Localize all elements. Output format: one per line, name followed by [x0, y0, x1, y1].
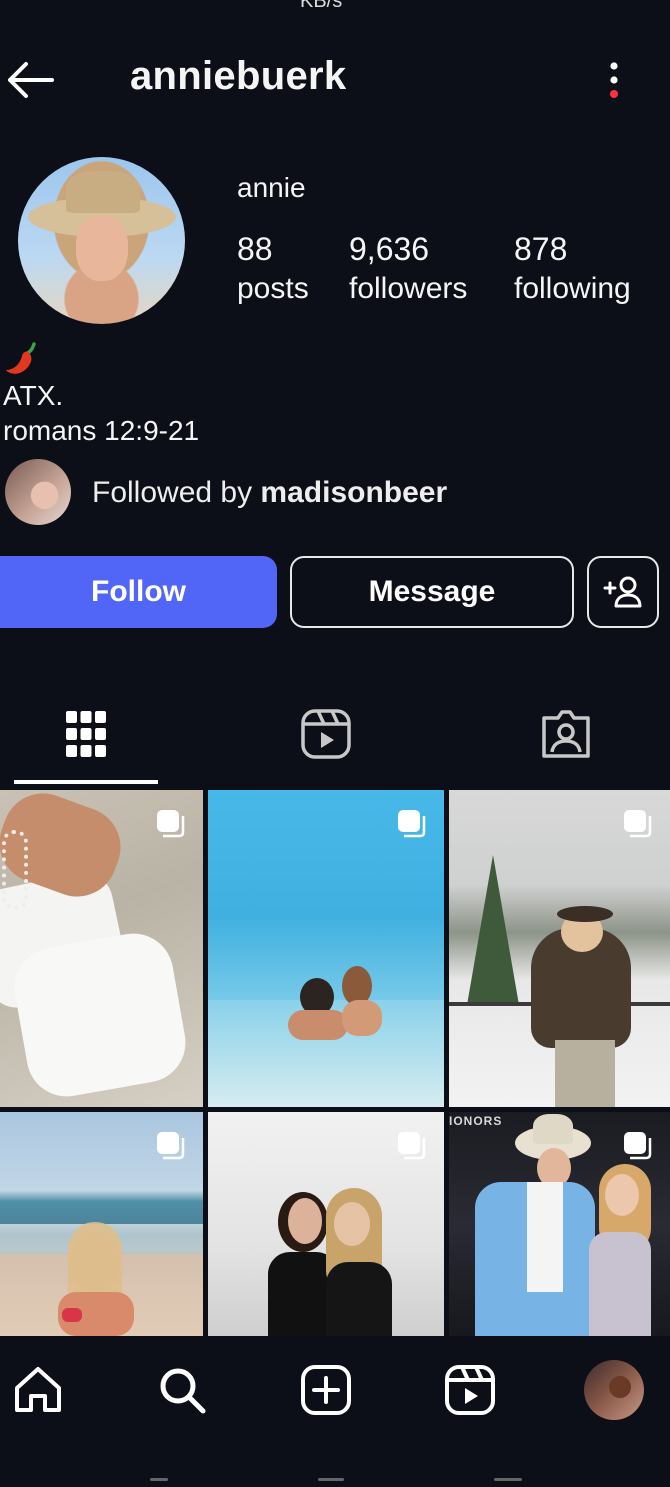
post-image-detail	[62, 1308, 82, 1322]
bottom-navigation	[0, 1336, 670, 1446]
followed-by-text[interactable]: Followed by madisonbeer	[92, 476, 447, 510]
post-image-detail	[326, 1262, 392, 1336]
post-image-detail	[527, 1182, 563, 1292]
status-bar: KB/s	[0, 0, 670, 14]
post-thumbnail[interactable]	[208, 790, 444, 1107]
multiple-posts-icon	[398, 810, 426, 838]
post-image-detail	[334, 1202, 370, 1246]
nav-home[interactable]	[10, 1362, 66, 1418]
profile-avatar[interactable]	[18, 157, 185, 324]
system-nav-back[interactable]	[150, 1478, 168, 1481]
create-icon	[301, 1365, 351, 1415]
mutual-follower-avatar[interactable]	[5, 459, 71, 525]
grid-icon	[66, 711, 106, 757]
profile-header: anniebuerk	[0, 50, 670, 110]
reels-icon	[445, 1365, 495, 1415]
tab-posts-grid[interactable]	[56, 704, 116, 764]
followers-count: 9,636	[349, 231, 430, 267]
post-image-detail	[467, 855, 519, 1005]
arrow-left-icon	[8, 62, 54, 98]
followers-stat[interactable]: 9,636 followers	[349, 230, 467, 310]
add-person-icon	[603, 576, 642, 608]
nav-create[interactable]	[298, 1362, 354, 1418]
selected-tab-indicator	[14, 780, 158, 784]
avatar-face	[76, 215, 128, 281]
suggested-users-button[interactable]	[587, 556, 659, 628]
followers-label: followers	[349, 272, 468, 305]
nav-search[interactable]	[154, 1362, 210, 1418]
post-thumbnail[interactable]	[0, 790, 203, 1107]
profile-tabs	[0, 690, 670, 790]
post-thumbnail[interactable]: IONORS	[449, 1112, 670, 1336]
back-button[interactable]	[4, 58, 56, 102]
nav-reels[interactable]	[442, 1362, 498, 1418]
multiple-posts-icon	[624, 1132, 652, 1160]
following-stat[interactable]: 878 following	[514, 230, 631, 310]
multiple-posts-icon	[398, 1132, 426, 1160]
followed-by-username: madisonbeer	[260, 476, 448, 509]
system-navigation-bar	[0, 1446, 670, 1487]
system-nav-recents[interactable]	[494, 1478, 522, 1481]
post-image-detail	[589, 1232, 651, 1336]
followed-by-prefix: Followed by	[92, 476, 261, 509]
bio-line: romans 12:9-21	[3, 415, 200, 446]
multiple-posts-icon	[157, 1132, 185, 1160]
post-image-detail	[288, 1198, 322, 1244]
notification-dot	[610, 90, 618, 98]
post-image-detail	[2, 830, 28, 910]
tab-reels[interactable]	[296, 704, 356, 764]
avatar-hat-crown	[66, 171, 140, 213]
post-thumbnail[interactable]	[208, 1112, 444, 1336]
reels-icon	[301, 709, 351, 759]
home-icon	[15, 1367, 61, 1412]
follow-button[interactable]: Follow	[0, 556, 277, 628]
nav-profile-avatar[interactable]	[584, 1360, 644, 1420]
post-image-detail	[557, 906, 613, 922]
posts-stat[interactable]: 88 posts	[237, 230, 309, 310]
post-thumbnail[interactable]	[0, 1112, 203, 1336]
multiple-posts-icon	[157, 810, 185, 838]
tab-tagged[interactable]	[536, 704, 596, 764]
display-name: annie	[237, 172, 306, 203]
post-image-detail	[555, 1040, 615, 1107]
system-nav-home[interactable]	[318, 1478, 344, 1481]
post-image-detail	[533, 1114, 573, 1144]
message-button[interactable]: Message	[290, 556, 574, 628]
post-image-detail	[605, 1174, 639, 1216]
tagged-icon	[542, 710, 590, 758]
bio-line: ATX.	[3, 380, 64, 411]
search-icon	[160, 1368, 206, 1414]
posts-grid: IONORS	[0, 790, 670, 1336]
post-image-detail	[8, 927, 192, 1103]
post-image-detail	[342, 1000, 382, 1036]
posts-count: 88	[237, 231, 273, 267]
multiple-posts-icon	[624, 810, 652, 838]
post-image-detail: IONORS	[449, 1114, 503, 1128]
post-image-detail	[288, 1010, 348, 1040]
post-thumbnail[interactable]	[449, 790, 670, 1107]
status-bar-network-speed: KB/s	[300, 0, 343, 12]
page-title: anniebuerk	[130, 54, 347, 98]
posts-label: posts	[237, 272, 309, 305]
following-label: following	[514, 272, 631, 305]
following-count: 878	[514, 231, 568, 267]
chili-pepper-icon	[4, 340, 40, 378]
